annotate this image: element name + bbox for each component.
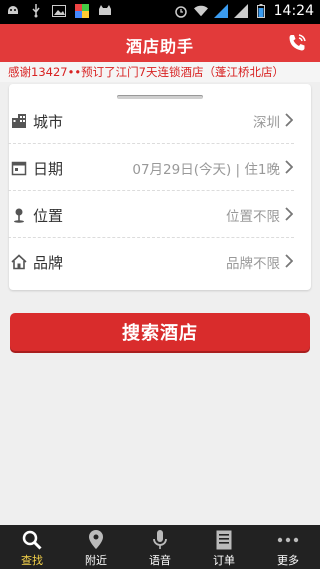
microphone-icon — [149, 529, 171, 551]
tab-search-label: 查找 — [21, 554, 43, 567]
location-label: 位置 — [33, 206, 64, 225]
tab-orders[interactable]: 订单 — [192, 525, 256, 569]
building-icon — [11, 113, 27, 129]
alarm-icon — [174, 4, 188, 18]
tab-orders-label: 订单 — [213, 554, 235, 567]
battery-icon — [254, 4, 268, 18]
calendar-icon — [11, 160, 27, 176]
tab-voice-label: 语音 — [149, 554, 171, 567]
location-row[interactable]: 位置 位置不限 — [0, 192, 302, 238]
tab-search[interactable]: 查找 — [0, 525, 64, 569]
tab-more[interactable]: 更多 — [256, 525, 320, 569]
brand-row[interactable]: 品牌 品牌不限 — [0, 239, 302, 285]
date-label: 日期 — [33, 159, 64, 178]
city-value: 深圳 — [253, 115, 280, 131]
home-icon — [11, 254, 27, 270]
chevron-right-icon — [285, 207, 293, 221]
tab-more-label: 更多 — [277, 554, 299, 567]
status-bar: 14:24 — [0, 0, 320, 24]
more-dots-icon — [277, 529, 299, 551]
search-hotel-button[interactable]: 搜索酒店 — [10, 313, 310, 351]
image-icon — [52, 4, 66, 18]
app-store-icon — [75, 4, 89, 18]
row-divider — [8, 190, 294, 191]
date-value: 07月29日(今天) | 住1晚 — [132, 162, 280, 178]
brand-label: 品牌 — [33, 253, 64, 272]
usb-icon — [29, 4, 43, 18]
chevron-right-icon — [285, 160, 293, 174]
page-title: 酒店助手 — [125, 37, 194, 56]
row-divider — [8, 143, 294, 144]
search-icon — [21, 529, 43, 551]
order-list-icon — [213, 529, 235, 551]
phone-icon — [289, 34, 306, 51]
city-label: 城市 — [33, 112, 64, 131]
app-header: 酒店助手 — [0, 24, 320, 62]
chevron-right-icon — [285, 113, 293, 127]
call-button[interactable] — [286, 32, 308, 54]
chevron-right-icon — [285, 254, 293, 268]
wifi-icon — [193, 4, 208, 18]
cat-app-icon — [98, 4, 112, 18]
status-time: 14:24 — [273, 3, 314, 19]
brand-value: 品牌不限 — [226, 256, 280, 272]
row-divider — [8, 237, 294, 238]
location-icon — [85, 529, 107, 551]
date-row[interactable]: 日期 07月29日(今天) | 住1晚 — [0, 145, 302, 191]
location-value: 位置不限 — [226, 209, 280, 225]
booking-notice: 感谢13427••预订了江门7天连锁酒店（蓬江桥北店） — [0, 62, 320, 82]
bottom-tab-bar: 查找 附近 语音 订单 更多 — [0, 525, 320, 569]
notification-android-icon — [6, 4, 20, 18]
tab-nearby-label: 附近 — [85, 554, 107, 567]
location-pin-icon — [11, 207, 27, 223]
tab-voice[interactable]: 语音 — [128, 525, 192, 569]
city-row[interactable]: 城市 深圳 — [0, 98, 302, 144]
tab-nearby[interactable]: 附近 — [64, 525, 128, 569]
signal-2-icon — [233, 4, 248, 18]
signal-icon — [213, 4, 228, 18]
